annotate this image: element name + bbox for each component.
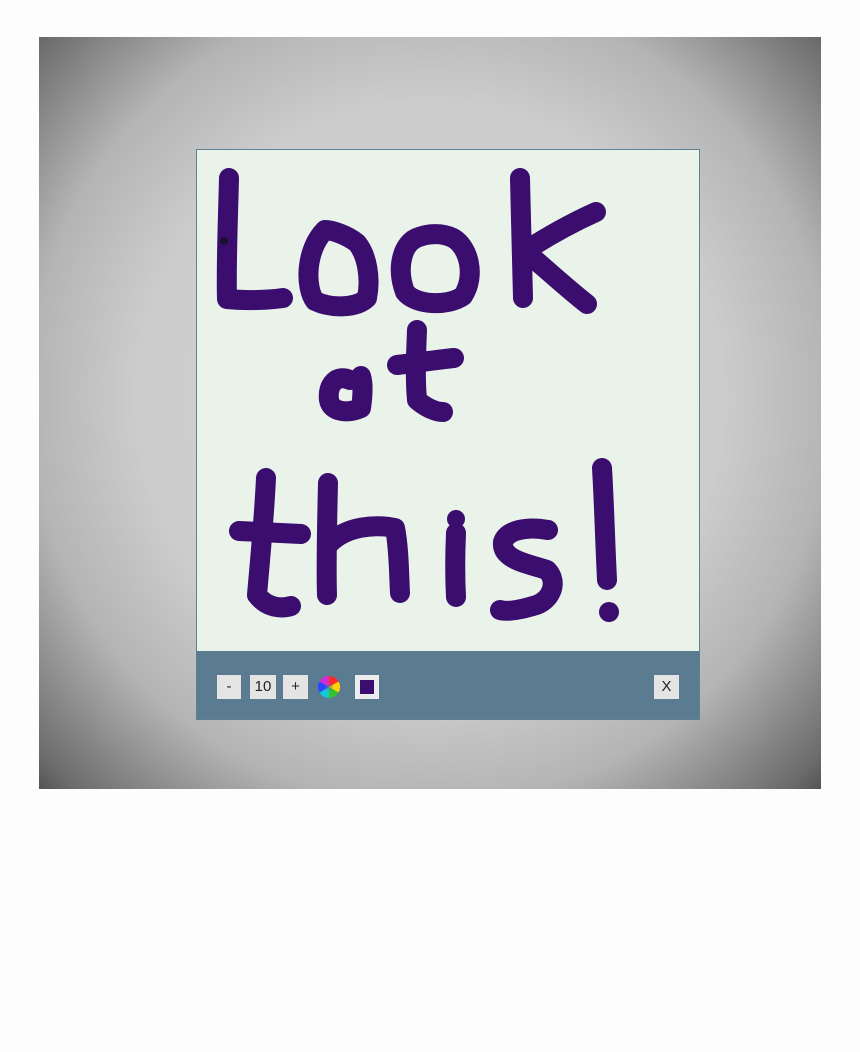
stroke-i-stem	[445, 523, 466, 607]
stroke-stray-dot	[220, 237, 228, 245]
brush-size-value: 10	[250, 675, 276, 699]
stroke-t1-bar	[387, 348, 464, 375]
stroke-k-stem	[510, 168, 533, 308]
stroke-s	[490, 518, 563, 621]
drawing-toolbar: - 10 + X	[197, 651, 699, 719]
decrease-size-button[interactable]: -	[217, 675, 241, 699]
current-color-swatch[interactable]	[355, 675, 379, 699]
stroke-o1	[298, 220, 379, 317]
brush-strokes	[216, 168, 617, 621]
handwritten-drawing	[216, 168, 619, 622]
stroke-L	[216, 168, 293, 311]
stroke-t2-bar	[229, 521, 311, 544]
sketch-pad-window: - 10 + X	[196, 149, 700, 720]
color-wheel-graphic	[318, 676, 340, 698]
drawing-canvas[interactable]	[197, 150, 699, 651]
stroke-o2	[390, 224, 480, 314]
stroke-i-dot	[447, 510, 465, 528]
viewer-background: - 10 + X	[39, 37, 821, 789]
increase-size-button[interactable]: +	[283, 675, 308, 699]
stroke-exclamation	[592, 458, 617, 590]
current-color-fill	[360, 680, 374, 694]
stroke-k-arm	[515, 202, 606, 314]
stroke-exclamation-dot	[599, 602, 619, 622]
stroke-h-hump	[320, 516, 410, 603]
close-button[interactable]: X	[654, 675, 679, 699]
color-wheel-icon[interactable]	[317, 675, 341, 699]
stroke-a	[318, 366, 373, 422]
